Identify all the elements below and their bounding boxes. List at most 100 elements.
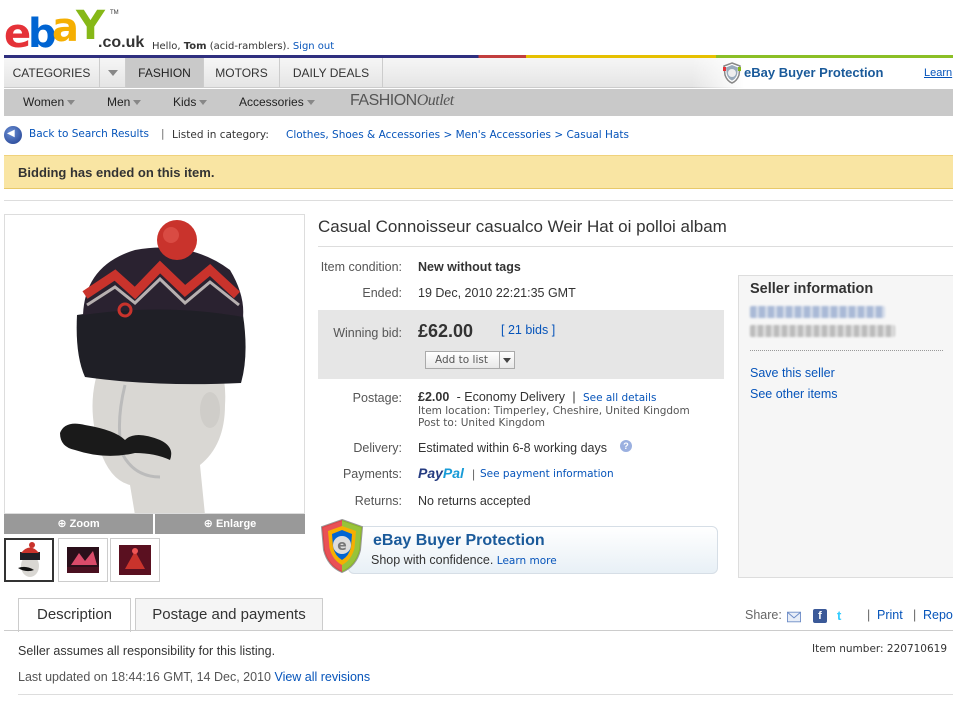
winning-bid-label: Winning bid:	[333, 326, 402, 340]
buyer-protection-subtitle: Shop with confidence. Learn more	[371, 553, 557, 567]
shield-icon	[723, 62, 741, 84]
main-nav: CATEGORIES FASHION MOTORS DAILY DEALS eB…	[4, 58, 953, 88]
item-title: Casual Connoisseur casualco Weir Hat oi …	[318, 217, 727, 236]
returns-value: No returns accepted	[418, 494, 531, 508]
condition-value: New without tags	[418, 260, 521, 274]
item-number: Item number: 220710619	[812, 643, 948, 655]
image-controls: ⊕ Zoom ⊕ Enlarge	[4, 514, 305, 534]
item-location: Item location: Timperley, Cheshire, Unit…	[418, 405, 690, 417]
see-all-details-link[interactable]: See all details	[583, 392, 657, 404]
logo-tld: .co.uk	[98, 34, 145, 51]
thumbnail-strip	[4, 538, 164, 582]
sign-out-link[interactable]: Sign out	[293, 41, 334, 52]
last-updated: Last updated on 18:44:16 GMT, 14 Dec, 20…	[18, 670, 371, 684]
facebook-icon[interactable]: f	[813, 609, 827, 623]
buyer-protection-label: eBay Buyer Protection	[744, 65, 884, 80]
tab-motors[interactable]: MOTORS	[204, 58, 280, 88]
tab-daily-deals[interactable]: DAILY DEALS	[280, 58, 383, 88]
divider	[4, 200, 953, 201]
user-name: Tom	[183, 41, 207, 52]
chevron-down-icon[interactable]	[499, 352, 514, 368]
paypal-logo: PayPal	[418, 465, 464, 481]
chevron-down-icon[interactable]	[100, 58, 126, 88]
thumbnail-2[interactable]	[58, 538, 108, 582]
postage-price: £2.00	[418, 390, 450, 404]
thumbnail-1[interactable]	[4, 538, 54, 582]
shield-icon: e	[320, 518, 364, 574]
see-other-items-link[interactable]: See other items	[750, 387, 838, 401]
condition-label: Item condition:	[320, 260, 402, 274]
zoom-button[interactable]: ⊕ Zoom	[4, 514, 153, 534]
hat-on-mannequin-image	[5, 215, 304, 513]
postage-service: - Economy Delivery	[456, 390, 565, 404]
delivery-value: Estimated within 6-8 working days	[418, 441, 607, 455]
subnav-accessories[interactable]: Accessories	[239, 95, 315, 109]
bid-history-link[interactable]: [ 21 bids ]	[501, 323, 555, 337]
post-to: Post to: United Kingdom	[418, 417, 545, 429]
ended-label: Ended:	[362, 286, 402, 300]
seller-location-redacted	[750, 325, 895, 337]
breadcrumb: Back to Search Results | Listed in categ…	[4, 126, 953, 146]
fashion-outlet-link[interactable]: FASHIONOutlet	[350, 92, 454, 110]
divider	[4, 630, 953, 631]
print-link[interactable]: Print	[877, 608, 903, 622]
chevron-down-icon	[199, 100, 208, 106]
divider	[750, 350, 943, 351]
divider	[318, 246, 953, 247]
delivery-label: Delivery:	[353, 441, 402, 455]
add-to-list-button[interactable]: Add to list	[425, 351, 515, 369]
subnav-kids[interactable]: Kids	[173, 95, 208, 109]
category-path-links[interactable]: Clothes, Shoes & Accessories > Men's Acc…	[286, 129, 629, 141]
bidding-ended-banner: Bidding has ended on this item.	[4, 155, 953, 189]
returns-label: Returns:	[354, 494, 402, 508]
banner-text: Bidding has ended on this item.	[18, 165, 215, 180]
winning-bid-value: £62.00	[418, 321, 474, 341]
buyer-protection-promo[interactable]: eBay Buyer Protection Learn	[692, 58, 953, 88]
description-tabs: Description Postage and payments	[4, 598, 953, 632]
tab-fashion[interactable]: FASHION	[126, 58, 204, 88]
twitter-icon[interactable]: t	[837, 609, 851, 623]
save-seller-link[interactable]: Save this seller	[750, 366, 835, 380]
winning-bid-box: Winning bid: £62.00 [ 21 bids ] Add to l…	[318, 310, 724, 379]
payments-label: Payments:	[342, 467, 402, 481]
buyer-protection-title: eBay Buyer Protection	[373, 532, 545, 549]
ebay-logo[interactable]: e b a Y .co.uk TM	[4, 6, 145, 54]
back-arrow-icon[interactable]	[4, 126, 22, 144]
seller-name-redacted[interactable]	[750, 306, 885, 318]
seller-responsibility-text: Seller assumes all responsibility for th…	[18, 644, 276, 658]
breadcrumb-separator: |	[161, 128, 165, 140]
chevron-down-icon	[133, 100, 142, 106]
chevron-down-icon	[67, 100, 76, 106]
svg-text:e: e	[337, 538, 347, 554]
seller-info-title: Seller information	[750, 281, 874, 297]
tab-categories[interactable]: CATEGORIES	[4, 58, 100, 88]
tab-postage-payments[interactable]: Postage and payments	[135, 598, 323, 631]
tab-description[interactable]: Description	[18, 598, 131, 632]
buyer-protection-box: e eBay Buyer Protection Shop with confid…	[318, 518, 720, 576]
user-handle: (acid-ramblers).	[209, 41, 290, 52]
main-product-image[interactable]	[4, 214, 305, 514]
user-greeting: Hello, Tom (acid-ramblers). Sign out	[152, 41, 335, 52]
view-revisions-link[interactable]: View all revisions	[274, 670, 370, 684]
learn-more-link[interactable]: Learn more	[497, 555, 557, 567]
back-to-search-link[interactable]: Back to Search Results	[29, 128, 149, 140]
divider	[18, 694, 953, 695]
postage-label: Postage:	[352, 391, 402, 405]
share-label: Share:	[745, 608, 782, 622]
subnav-men[interactable]: Men	[107, 95, 142, 109]
thumbnail-3[interactable]	[110, 538, 160, 582]
fashion-subnav: Women Men Kids Accessories FASHIONOutlet	[4, 89, 953, 116]
email-icon[interactable]	[787, 610, 801, 624]
subnav-women[interactable]: Women	[23, 95, 76, 109]
enlarge-button[interactable]: ⊕ Enlarge	[155, 514, 305, 534]
listed-in-label: Listed in category:	[172, 129, 269, 141]
chevron-down-icon	[306, 100, 315, 106]
report-link[interactable]: Report	[923, 608, 953, 622]
share-bar: Share: f t | Print | Report	[745, 608, 953, 624]
seller-info-box: Seller information Save this seller See …	[738, 275, 953, 578]
learn-link[interactable]: Learn	[924, 67, 952, 79]
ended-value: 19 Dec, 2010 22:21:35 GMT	[418, 286, 576, 300]
help-icon[interactable]: ?	[620, 440, 632, 452]
postage-info: £2.00 - Economy Delivery | See all detai…	[418, 390, 657, 404]
see-payment-info-link[interactable]: See payment information	[480, 468, 614, 480]
